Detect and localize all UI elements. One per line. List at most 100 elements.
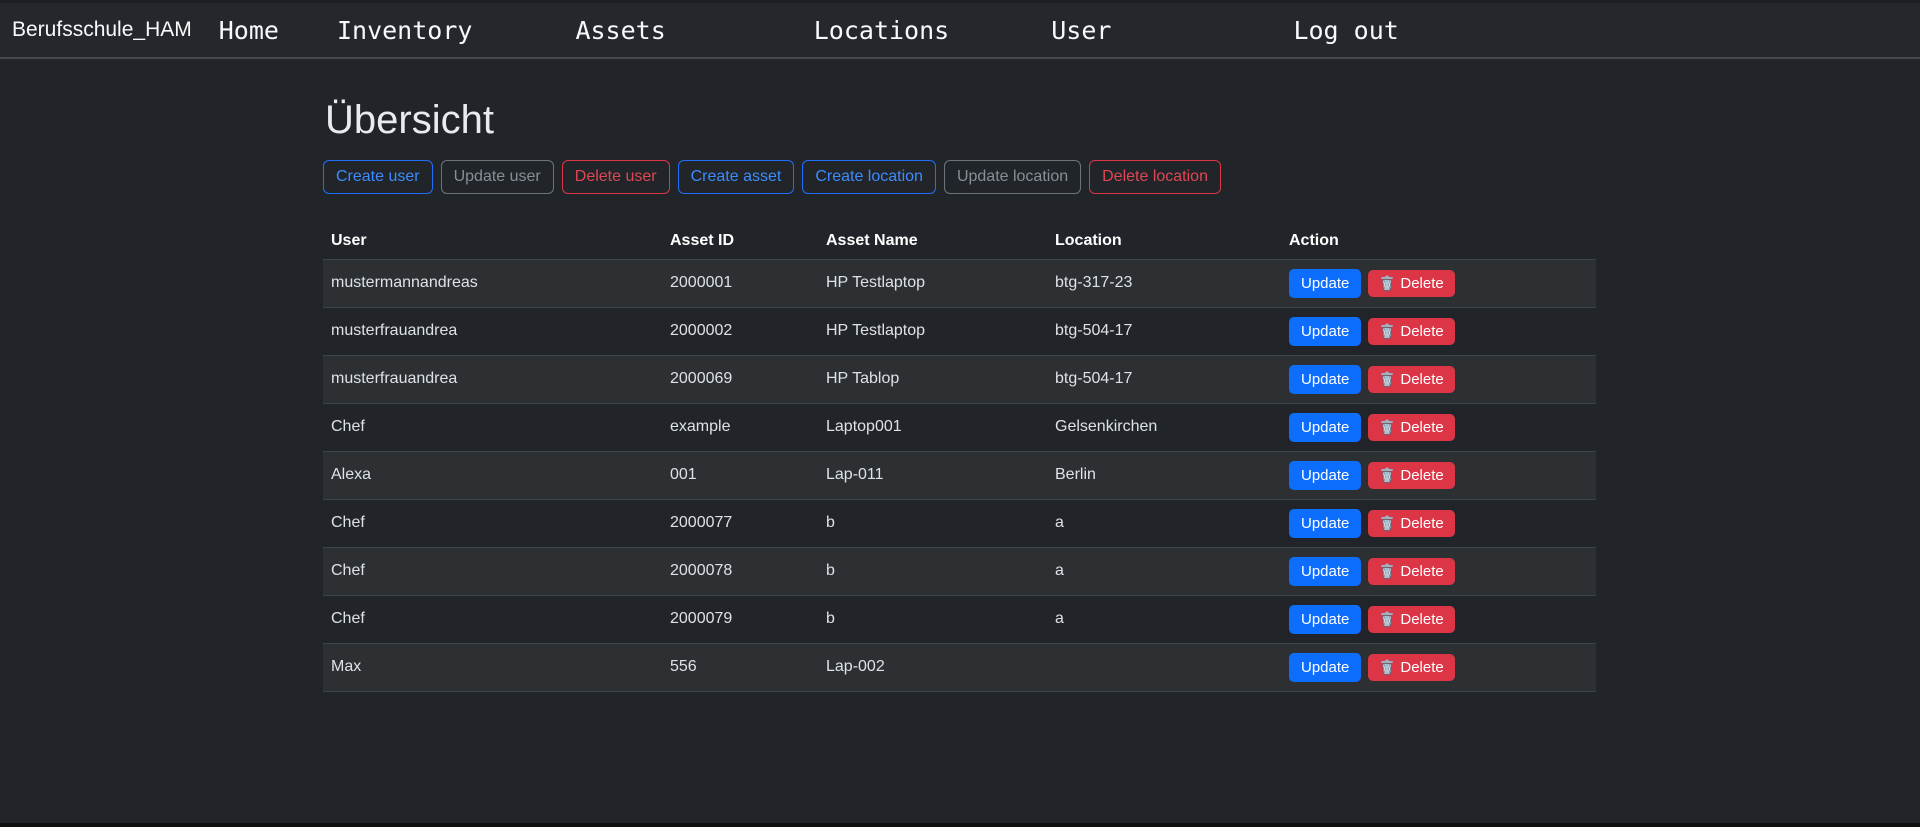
table-row: musterfrauandrea2000002HP Testlaptopbtg-… [323,307,1596,355]
main-content: Übersicht Create user Update user Delete… [0,98,1920,692]
nav-item-logout[interactable]: Log out [1293,16,1398,45]
cell-location: btg-317-23 [1047,259,1281,307]
cell-action: Update Delete [1281,451,1596,499]
row-update-button[interactable]: Update [1289,509,1361,538]
row-update-button[interactable]: Update [1289,461,1361,490]
cell-asset-id: 2000002 [662,307,818,355]
cell-asset-id: 556 [662,643,818,691]
row-delete-button[interactable]: Delete [1368,366,1454,393]
row-delete-button[interactable]: Delete [1368,654,1454,681]
assets-table: User Asset ID Asset Name Location Action… [323,223,1596,692]
cell-action: Update Delete [1281,259,1596,307]
cell-asset-id: 2000069 [662,355,818,403]
screen-bottom-edge [0,823,1920,827]
trash-icon [1379,659,1395,675]
row-delete-button[interactable]: Delete [1368,510,1454,537]
trash-icon [1379,563,1395,579]
delete-button-label: Delete [1400,515,1443,532]
delete-button-label: Delete [1400,371,1443,388]
cell-asset-id: 2000077 [662,499,818,547]
row-delete-button[interactable]: Delete [1368,462,1454,489]
header-location: Location [1047,223,1281,259]
row-update-button[interactable]: Update [1289,413,1361,442]
cell-asset-id: 001 [662,451,818,499]
table-row: mustermannandreas2000001HP Testlaptopbtg… [323,259,1596,307]
cell-location: a [1047,595,1281,643]
cell-action: Update Delete [1281,355,1596,403]
cell-user: Max [323,643,662,691]
cell-asset-name: Lap-011 [818,451,1047,499]
cell-asset-id: 2000001 [662,259,818,307]
cell-action: Update Delete [1281,403,1596,451]
row-delete-button[interactable]: Delete [1368,270,1454,297]
table-row: Max556Lap-002 Update Delete [323,643,1596,691]
cell-location: Gelsenkirchen [1047,403,1281,451]
cell-action: Update Delete [1281,595,1596,643]
cell-asset-name: Lap-002 [818,643,1047,691]
trash-icon [1379,275,1395,291]
delete-location-button[interactable]: Delete location [1089,160,1221,194]
table-row: ChefexampleLaptop001Gelsenkirchen Update D… [323,403,1596,451]
delete-button-label: Delete [1400,467,1443,484]
delete-button-label: Delete [1400,659,1443,676]
row-update-button[interactable]: Update [1289,557,1361,586]
nav-item-home[interactable]: Home [219,16,279,45]
cell-location: Berlin [1047,451,1281,499]
row-delete-button[interactable]: Delete [1368,606,1454,633]
cell-asset-id: example [662,403,818,451]
row-update-button[interactable]: Update [1289,605,1361,634]
row-update-button[interactable]: Update [1289,653,1361,682]
row-update-button[interactable]: Update [1289,269,1361,298]
row-delete-button[interactable]: Delete [1368,318,1454,345]
crud-toolbar: Create user Update user Delete user Crea… [323,160,1920,194]
cell-action: Update Delete [1281,547,1596,595]
nav-item-user[interactable]: User [1051,16,1111,45]
row-delete-button[interactable]: Delete [1368,558,1454,585]
cell-asset-name: HP Testlaptop [818,307,1047,355]
top-navbar: Berufsschule_HAM Home Inventory Assets L… [0,0,1920,59]
update-user-button[interactable]: Update user [441,160,554,194]
nav-item-assets[interactable]: Assets [575,16,665,45]
row-delete-button[interactable]: Delete [1368,414,1454,441]
row-update-button[interactable]: Update [1289,365,1361,394]
row-update-button[interactable]: Update [1289,317,1361,346]
create-asset-button[interactable]: Create asset [678,160,795,194]
delete-user-button[interactable]: Delete user [562,160,670,194]
header-action: Action [1281,223,1596,259]
navbar-brand[interactable]: Berufsschule_HAM [12,18,192,42]
cell-action: Update Delete [1281,643,1596,691]
cell-asset-name: HP Tablop [818,355,1047,403]
trash-icon [1379,515,1395,531]
cell-asset-id: 2000078 [662,547,818,595]
table-row: musterfrauandrea2000069HP Tablopbtg-504-… [323,355,1596,403]
delete-button-label: Delete [1400,611,1443,628]
cell-asset-id: 2000079 [662,595,818,643]
trash-icon [1379,419,1395,435]
trash-icon [1379,371,1395,387]
create-user-button[interactable]: Create user [323,160,433,194]
cell-user: Chef [323,403,662,451]
delete-button-label: Delete [1400,563,1443,580]
cell-user: Chef [323,595,662,643]
delete-button-label: Delete [1400,275,1443,292]
header-asset-name: Asset Name [818,223,1047,259]
trash-icon [1379,611,1395,627]
table-row: Chef2000078baUpdateDelete [323,547,1596,595]
cell-location: btg-504-17 [1047,307,1281,355]
cell-user: mustermannandreas [323,259,662,307]
nav-item-inventory[interactable]: Inventory [337,16,472,45]
cell-user: Alexa [323,451,662,499]
cell-action: Update Delete [1281,307,1596,355]
cell-asset-name: b [818,595,1047,643]
cell-asset-name: Laptop001 [818,403,1047,451]
table-row: Chef2000077baUpdateDelete [323,499,1596,547]
create-location-button[interactable]: Create location [802,160,936,194]
cell-user: Chef [323,499,662,547]
cell-user: musterfrauandrea [323,307,662,355]
cell-asset-name: b [818,547,1047,595]
update-location-button[interactable]: Update location [944,160,1081,194]
cell-action: Update Delete [1281,499,1596,547]
nav-item-locations[interactable]: Locations [814,16,949,45]
cell-location: a [1047,499,1281,547]
trash-icon [1379,323,1395,339]
